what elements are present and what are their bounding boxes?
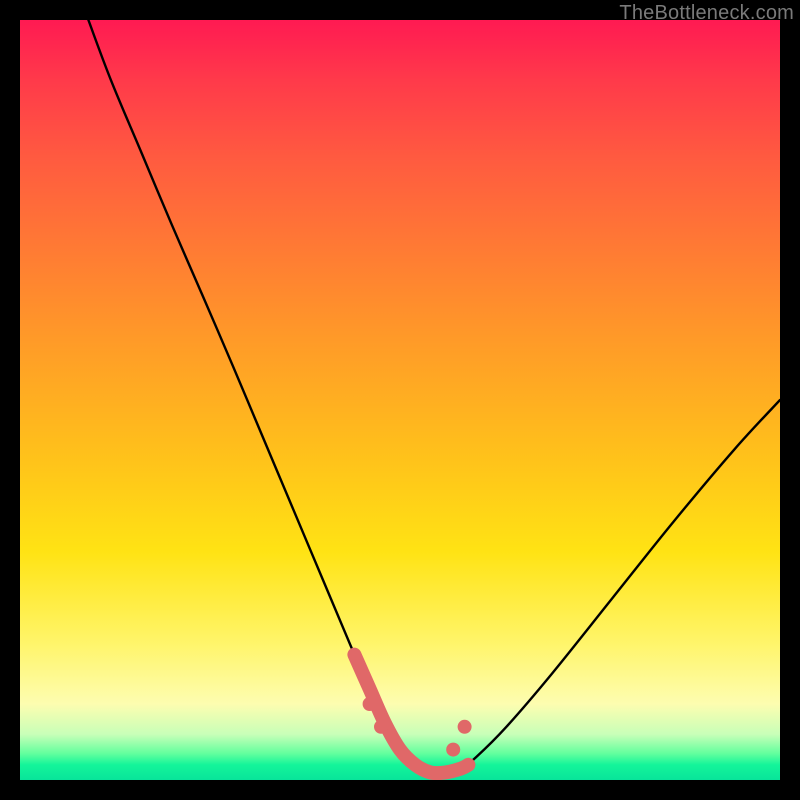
bottleneck-curve-path bbox=[88, 20, 780, 773]
curve-svg bbox=[20, 20, 780, 780]
highlight-dot bbox=[458, 720, 472, 734]
chart-frame: TheBottleneck.com bbox=[0, 0, 800, 800]
plot-area bbox=[20, 20, 780, 780]
highlight-dot bbox=[446, 743, 460, 757]
highlight-dot bbox=[374, 720, 388, 734]
highlight-dot bbox=[363, 697, 377, 711]
